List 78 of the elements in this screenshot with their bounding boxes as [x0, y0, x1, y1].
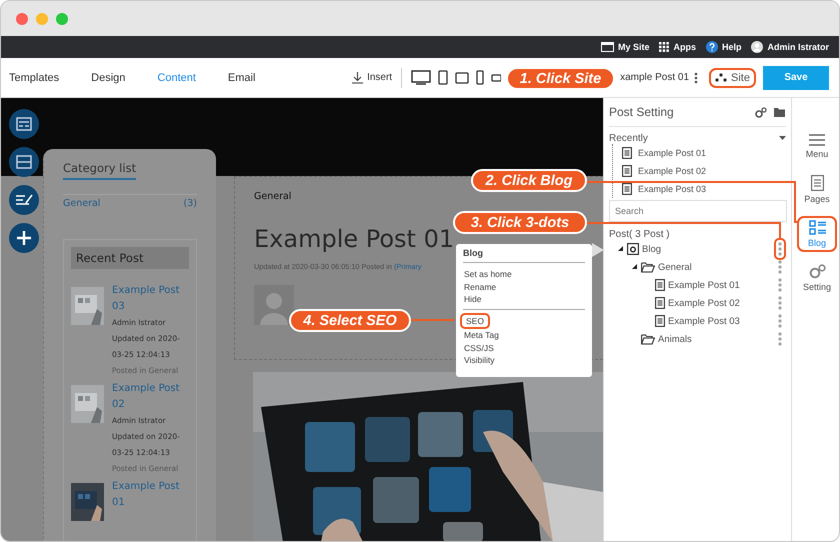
phone-icon[interactable] [476, 70, 484, 85]
recent-post-title: Recent Post [71, 247, 189, 269]
document-icon [622, 165, 632, 177]
avatar-icon [751, 41, 764, 53]
top-bar-link[interactable]: Admin Istrator [751, 41, 829, 53]
tree-item[interactable]: Example Post 01 [638, 148, 706, 158]
tree-item[interactable]: Example Post 02 [668, 298, 740, 308]
gears-icon [808, 264, 826, 279]
panel-title: Post Setting [609, 105, 674, 119]
list-icon [808, 220, 826, 235]
site-button[interactable]: Site [709, 68, 756, 88]
gears-icon[interactable] [755, 106, 767, 118]
menu-title: Blog [463, 248, 585, 263]
folder-icon [641, 262, 655, 272]
category-count: (3) [184, 198, 197, 209]
menu-item[interactable]: CSS/JS [460, 342, 498, 354]
download-icon [351, 71, 364, 84]
tree-item[interactable]: Example Post 03 [638, 184, 706, 194]
document-icon [655, 315, 665, 327]
document-icon [655, 297, 665, 309]
help-icon [706, 41, 718, 53]
expander-icon[interactable] [618, 246, 624, 252]
menu-item[interactable]: SEO [460, 312, 490, 329]
document-icon [655, 279, 665, 291]
tab[interactable]: Content [149, 72, 204, 84]
post-title: Example Post 01 [254, 226, 454, 252]
rail-button[interactable]: Blog [797, 216, 837, 252]
document-icon [810, 175, 824, 191]
grid-icon [659, 42, 670, 52]
leader-line [411, 319, 454, 321]
blog-icon [627, 243, 639, 255]
category-list-title: Category list [63, 161, 136, 180]
expander-icon[interactable] [632, 264, 638, 270]
rail-button[interactable]: Pages [797, 171, 837, 208]
rail-button[interactable]: Menu [797, 130, 837, 163]
insert-button[interactable]: Insert [351, 71, 392, 84]
menu-icon [809, 134, 825, 146]
tree-item[interactable]: General [658, 262, 692, 272]
section-label: Post( 3 Post ) [609, 229, 671, 240]
search-field[interactable]: Search [609, 200, 787, 222]
menu-item[interactable]: Hide [460, 293, 486, 306]
kebab-icon[interactable] [694, 72, 698, 84]
menu-item[interactable]: Meta Tag [460, 329, 503, 342]
callout: 4. Select SEO [289, 309, 411, 332]
tab[interactable]: Email [220, 72, 264, 84]
tablet-landscape-icon[interactable] [455, 72, 470, 84]
rail-button[interactable]: Setting [797, 260, 837, 296]
folder-icon [641, 334, 655, 344]
phone-landscape-icon[interactable] [491, 74, 502, 82]
section-label: Recently [609, 133, 648, 144]
menu-item[interactable]: Rename [460, 280, 500, 293]
document-icon [622, 183, 632, 195]
tree-item[interactable]: Example Post 01 [668, 280, 740, 290]
menu-item[interactable]: Set as home [460, 268, 516, 280]
caret-icon[interactable] [779, 136, 786, 141]
callout: 2. Click Blog [471, 169, 587, 192]
tree-item[interactable]: Example Post 02 [638, 166, 706, 176]
tree-item[interactable]: Blog [642, 244, 662, 254]
menu-item[interactable]: Visibility [460, 354, 499, 366]
tablet-icon[interactable] [438, 70, 448, 85]
top-bar-link[interactable]: My Site [600, 42, 650, 52]
callout: 3. Click 3-dots [453, 211, 587, 234]
page-name: xample Post 01 [620, 72, 690, 83]
folder-icon[interactable] [774, 107, 786, 117]
kebab-icon[interactable] [774, 238, 786, 260]
dots-icon [715, 73, 728, 82]
callout: 1. Click Site [506, 67, 615, 90]
top-bar-link[interactable]: Apps [659, 42, 696, 52]
tab[interactable]: Templates [1, 72, 68, 84]
tab[interactable]: Design [83, 72, 134, 84]
document-icon [622, 147, 632, 159]
avatar-icon [254, 285, 294, 325]
tree-item[interactable]: Example Post 03 [668, 316, 740, 326]
top-bar-link[interactable]: Help [706, 41, 742, 53]
browser-icon [600, 42, 614, 52]
tree-item[interactable]: Animals [658, 334, 692, 344]
desktop-icon[interactable] [411, 70, 432, 85]
post-category-label: General [254, 191, 292, 202]
